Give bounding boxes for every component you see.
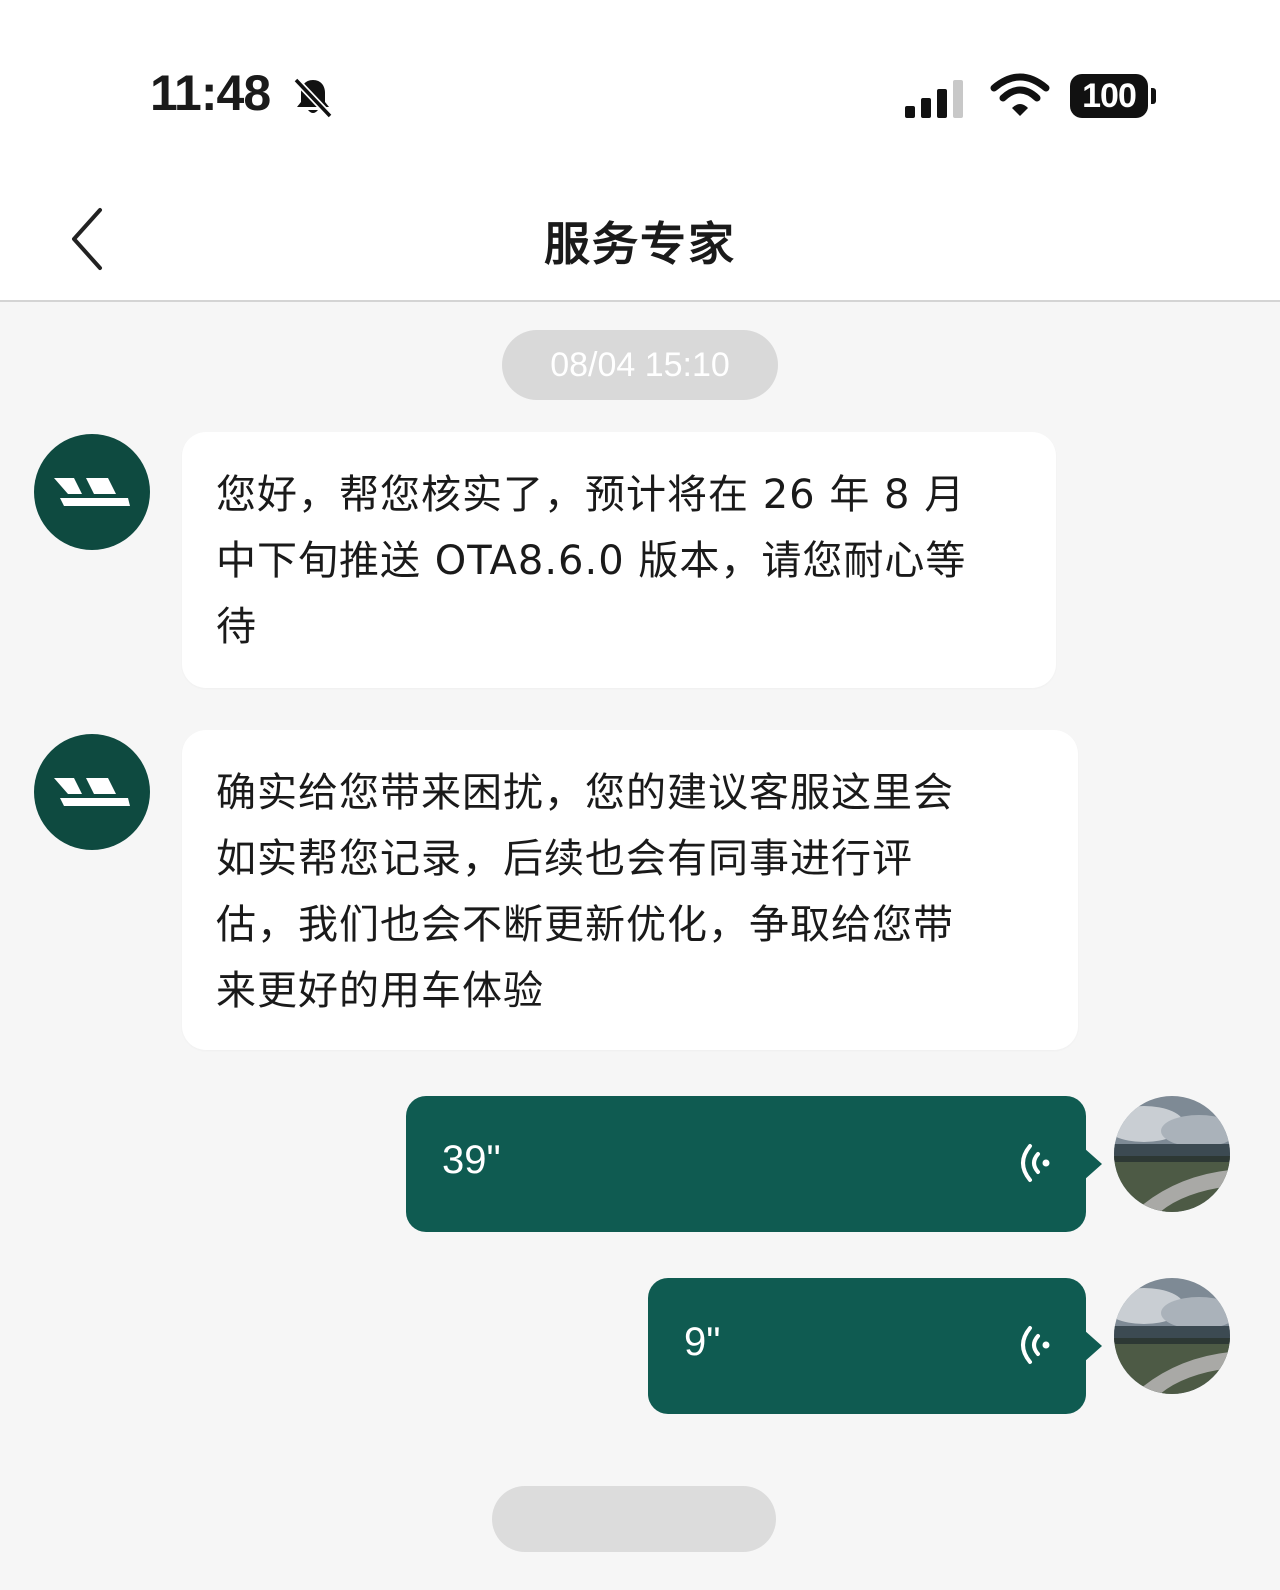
message-line: 确实给您带来困扰，您的建议客服这里会 (216, 770, 954, 816)
voice-duration: 9" (684, 1320, 721, 1364)
chat-timestamp: 08/04 15:10 (502, 330, 778, 400)
user-avatar[interactable] (1114, 1096, 1230, 1212)
landscape-photo (1114, 1096, 1230, 1212)
voice-duration: 39" (442, 1138, 501, 1182)
voice-wave-icon (1021, 1144, 1050, 1182)
nav-bar: 服务专家 (0, 190, 1280, 302)
landscape-photo (1114, 1278, 1230, 1394)
message-line: 您好，帮您核实了，预计将在 26 年 8 月 (216, 472, 966, 518)
bubble-tail (1084, 1148, 1102, 1180)
voice-message-bubble[interactable]: 9" (648, 1278, 1102, 1414)
voice-message-bubble[interactable]: 39" (406, 1096, 1102, 1232)
battery-cap (1151, 88, 1156, 104)
wifi-icon (990, 73, 1050, 116)
message-line: 中下旬推送 OTA8.6.0 版本，请您耐心等 (216, 538, 967, 584)
brand-logo-icon (54, 778, 130, 806)
status-bar: 11:48 100 (0, 0, 1280, 190)
message-line: 来更好的用车体验 (216, 968, 544, 1014)
message-line: 待 (216, 604, 257, 650)
message-line: 估，我们也会不断更新优化，争取给您带 (216, 902, 954, 948)
status-time: 11:48 (150, 65, 271, 121)
bell-slash-icon (293, 77, 333, 119)
page-title: 服务专家 (544, 217, 736, 271)
cellular-signal-icon (905, 80, 963, 118)
brand-logo-icon (54, 478, 130, 506)
battery-icon: 100 (1070, 74, 1148, 118)
agent-message-bubble: 确实给您带来困扰，您的建议客服这里会 如实帮您记录，后续也会有同事进行评 估，我… (182, 730, 1078, 1050)
bottom-timestamp-pill (492, 1486, 776, 1552)
agent-avatar[interactable] (34, 434, 150, 550)
voice-wave-icon (1021, 1326, 1050, 1364)
message-line: 如实帮您记录，后续也会有同事进行评 (216, 836, 913, 882)
agent-message-bubble: 您好，帮您核实了，预计将在 26 年 8 月 中下旬推送 OTA8.6.0 版本… (182, 432, 1056, 688)
bubble-tail (1084, 1330, 1102, 1362)
user-avatar[interactable] (1114, 1278, 1230, 1394)
agent-avatar[interactable] (34, 734, 150, 850)
